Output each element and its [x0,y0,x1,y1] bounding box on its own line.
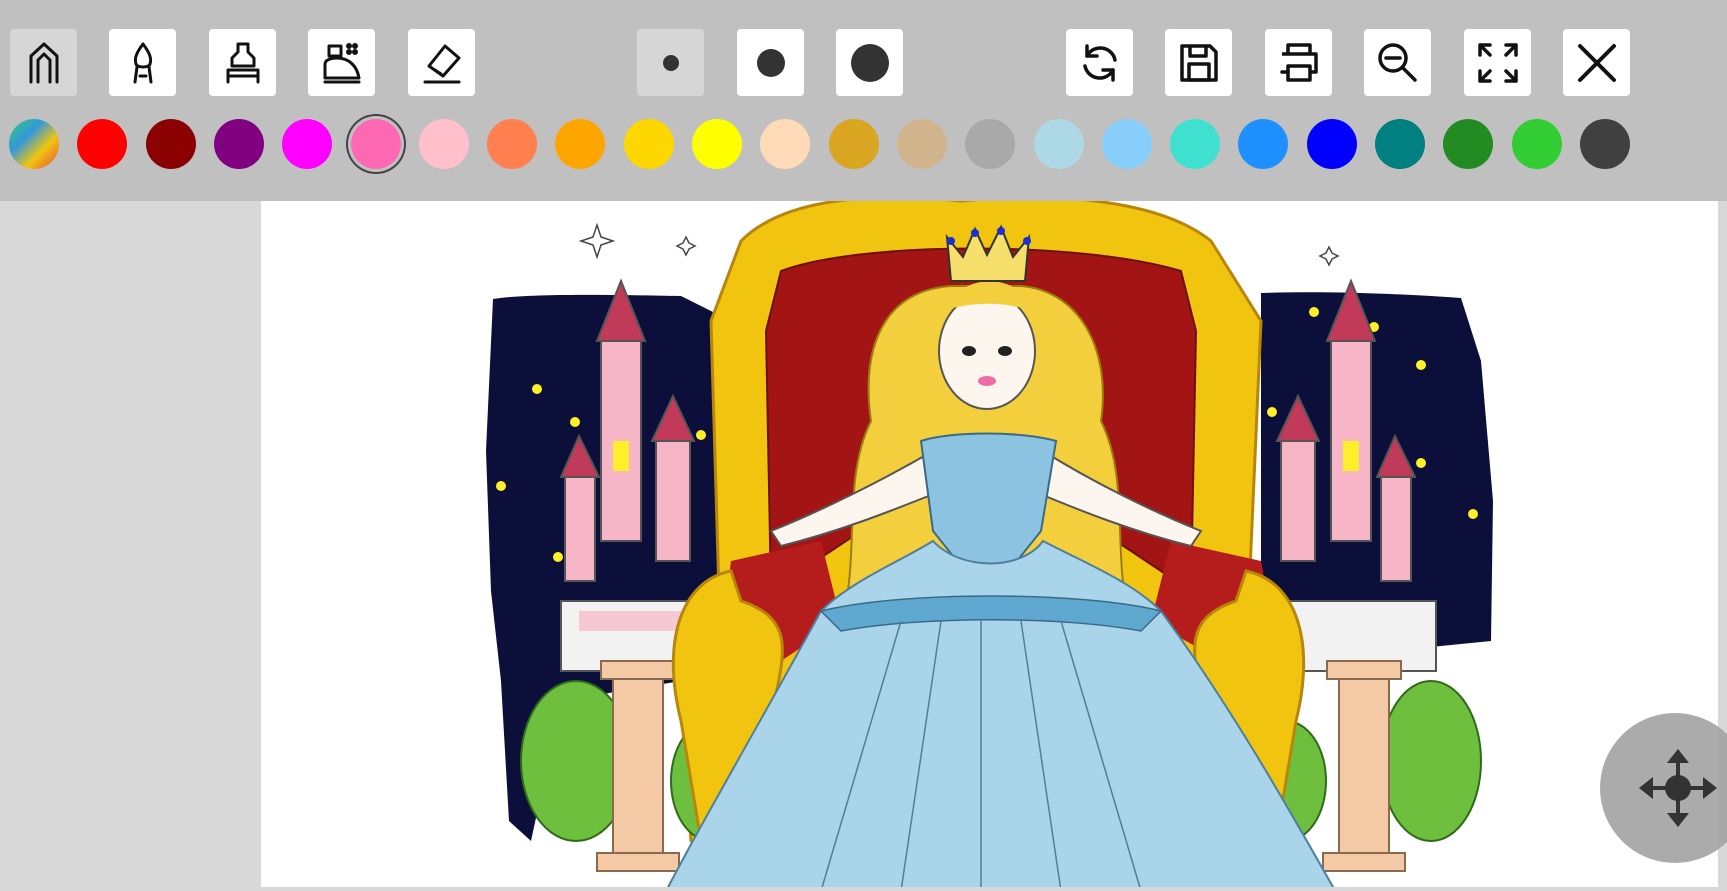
brush-tool-button[interactable] [109,29,176,96]
color-swatch[interactable] [1238,119,1288,169]
spray-icon [323,42,360,83]
fullscreen-icon [1477,42,1518,83]
color-swatch[interactable] [1375,119,1425,169]
princess-face [938,292,1036,410]
color-swatch[interactable] [282,119,332,169]
close-icon [1577,43,1616,82]
color-swatch[interactable] [1307,119,1357,169]
refresh-icon [1082,43,1117,82]
color-swatch[interactable] [692,119,742,169]
drawing-canvas[interactable] [261,201,1718,887]
reset-button[interactable] [1066,29,1133,96]
move-arrows-icon [1639,749,1717,827]
zoom-out-button[interactable] [1364,29,1431,96]
large-dot-icon [850,43,889,82]
color-swatch[interactable] [1034,119,1084,169]
close-button[interactable] [1563,29,1630,96]
small-dot-icon [662,54,679,71]
brush-size-medium-button[interactable] [737,29,804,96]
color-swatch[interactable] [829,119,879,169]
color-swatch[interactable] [760,119,810,169]
save-button[interactable] [1165,29,1232,96]
tree-right [1380,680,1482,842]
medium-dot-icon [756,48,785,77]
coloring-image [486,201,1493,887]
pillar-right [1338,670,1390,872]
eraser-tool-button[interactable] [408,29,475,96]
left-panel [0,201,261,891]
color-swatch[interactable] [419,119,469,169]
color-swatch[interactable] [146,119,196,169]
color-swatch[interactable] [1170,119,1220,169]
save-icon [1179,43,1218,82]
brush-size-large-button[interactable] [836,29,903,96]
pencil-icon [29,42,58,83]
spray-tool-button[interactable] [308,29,375,96]
color-swatch[interactable] [1102,119,1152,169]
color-swatch[interactable] [897,119,947,169]
color-swatch[interactable] [487,119,537,169]
color-swatch[interactable] [9,119,59,169]
color-swatch[interactable] [624,119,674,169]
print-button[interactable] [1265,29,1332,96]
bottom-strip [261,887,1727,891]
color-swatch[interactable] [351,119,401,169]
color-swatch[interactable] [1443,119,1493,169]
pillar-left [612,670,664,872]
marker-tool-button[interactable] [209,29,276,96]
color-swatch[interactable] [214,119,264,169]
fullscreen-button[interactable] [1464,29,1531,96]
print-icon [1279,42,1318,82]
eraser-icon [423,44,460,83]
color-swatch[interactable] [555,119,605,169]
marker-icon [226,42,259,83]
toolbar [0,0,1727,201]
zoom-out-icon [1377,42,1417,82]
pencil-tool-button[interactable] [10,29,77,96]
color-swatch[interactable] [965,119,1015,169]
color-swatch[interactable] [1512,119,1562,169]
color-swatch[interactable] [77,119,127,169]
color-swatch[interactable] [1580,119,1630,169]
brush-size-small-button[interactable] [637,29,704,96]
brush-icon [133,42,152,83]
